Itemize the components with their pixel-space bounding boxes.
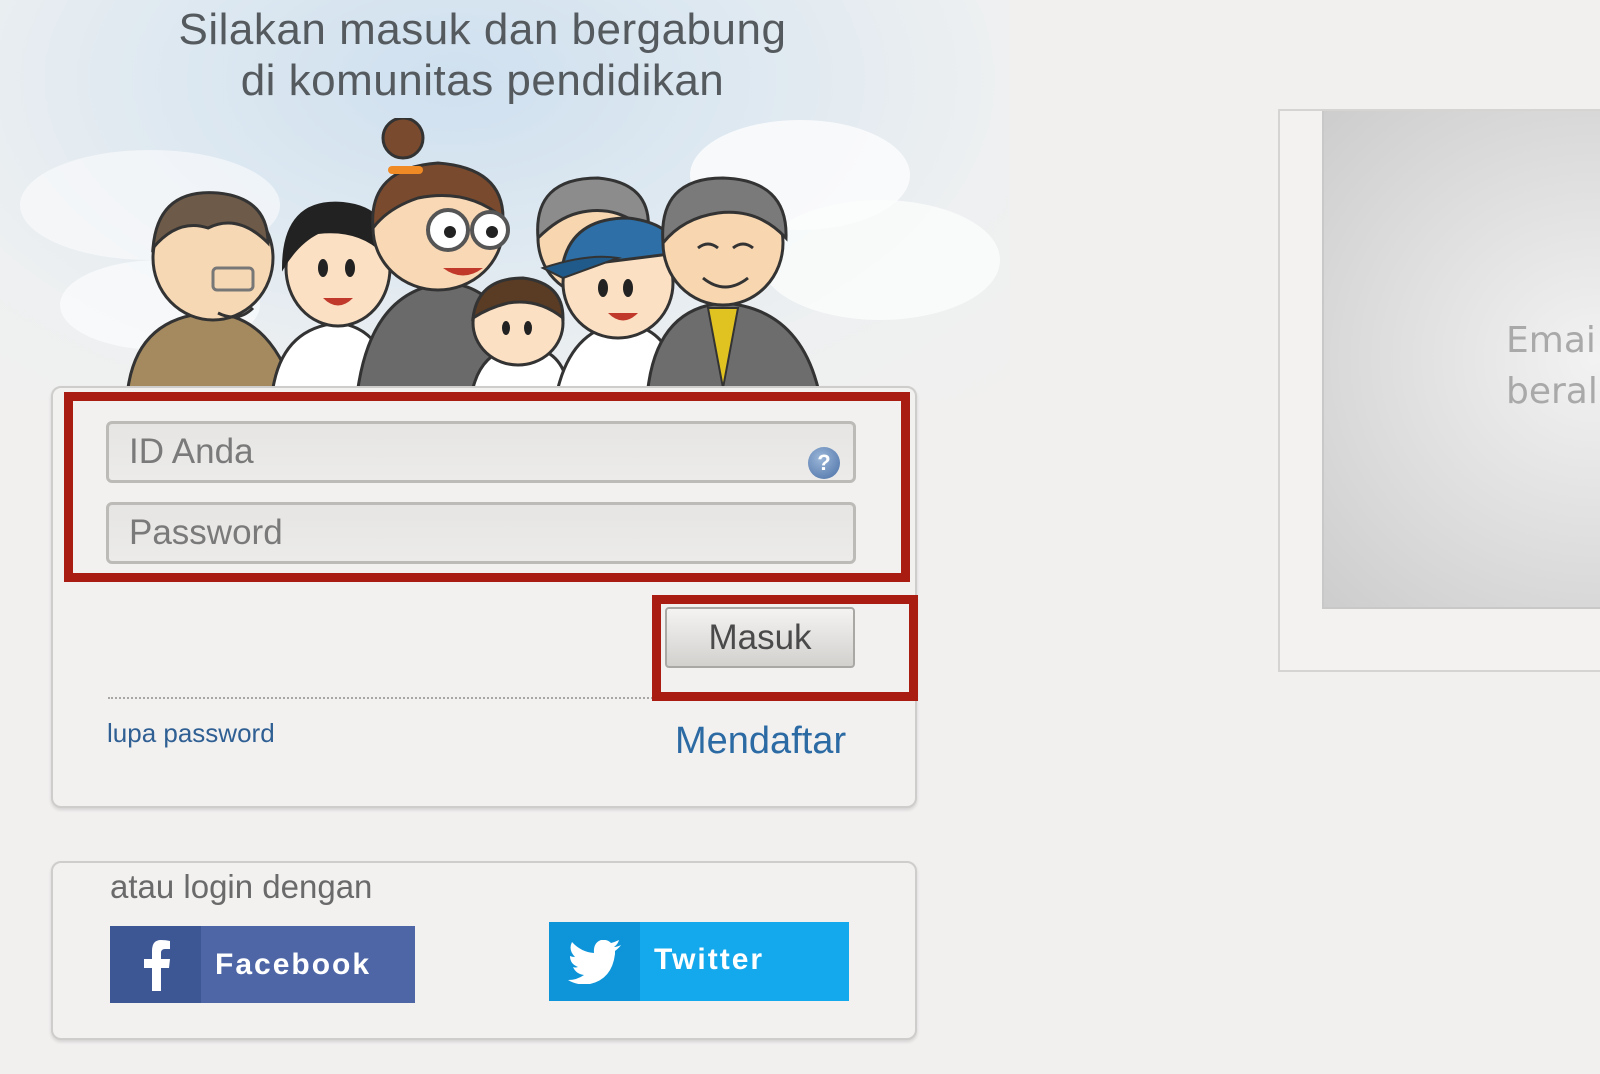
question-circle-icon[interactable]: ?	[808, 447, 840, 479]
hero-tagline: Silakan masuk dan bergabung di komunitas…	[120, 4, 845, 106]
register-link[interactable]: Mendaftar	[675, 720, 846, 763]
forgot-password-link[interactable]: lupa password	[107, 718, 275, 749]
twitter-label: Twitter	[654, 943, 765, 976]
tagline-line-2: di komunitas pendidikan	[240, 56, 725, 105]
twitter-bird-icon	[549, 922, 640, 1001]
info-panel-line-1: Emai	[1506, 320, 1596, 361]
facebook-login-button[interactable]: Facebook	[110, 926, 415, 1003]
facebook-label: Facebook	[215, 948, 372, 981]
twitter-login-button[interactable]: Twitter	[549, 922, 849, 1001]
community-illustration	[126, 118, 820, 388]
character-teacher-man	[126, 191, 295, 388]
password-input[interactable]	[106, 502, 856, 564]
social-login-heading: atau login dengan	[110, 868, 373, 905]
login-page: Silakan masuk dan bergabung di komunitas…	[0, 0, 1600, 1074]
character-child	[471, 276, 570, 388]
login-button[interactable]: Masuk	[665, 607, 855, 668]
user-id-input[interactable]	[106, 421, 856, 483]
info-panel-text: Emai beral	[1506, 315, 1598, 417]
tagline-line-1: Silakan masuk dan bergabung	[178, 5, 787, 54]
divider	[108, 697, 653, 699]
info-panel-line-2: beral	[1506, 371, 1598, 412]
facebook-icon	[110, 926, 201, 1003]
